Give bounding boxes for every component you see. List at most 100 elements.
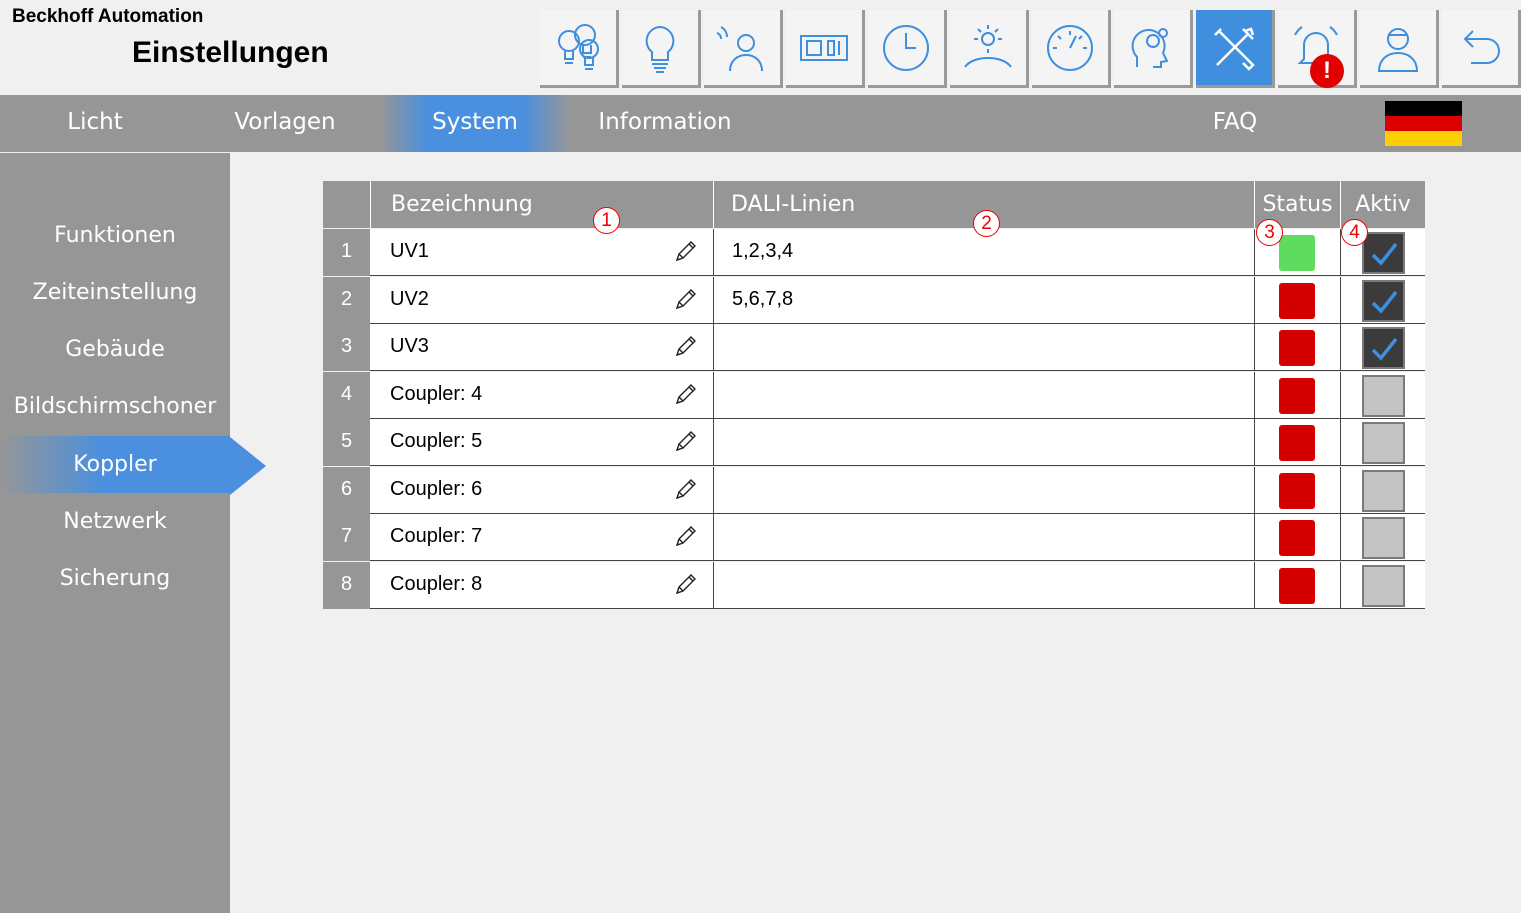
- column-divider: [1340, 276, 1341, 324]
- toolbar-button-switch[interactable]: [786, 10, 865, 88]
- active-checkbox[interactable]: [1362, 564, 1405, 607]
- settings-head-icon: [1131, 27, 1169, 68]
- toolbar-button-settings-head[interactable]: [1114, 10, 1193, 88]
- toolbar-button-presence[interactable]: [704, 10, 783, 88]
- tab-vorlagen[interactable]: Vorlagen: [190, 95, 380, 152]
- dali-lines: 5,6,7,8: [732, 287, 794, 310]
- tools-icon: [1214, 26, 1255, 71]
- edit-pencil-icon[interactable]: [673, 523, 699, 549]
- marker-3: 3: [1256, 219, 1283, 246]
- column-divider: [713, 514, 714, 561]
- coupler-name: Coupler: 4: [390, 382, 483, 405]
- column-divider: [713, 276, 714, 324]
- column-divider: [713, 371, 714, 419]
- column-divider: [1254, 276, 1255, 324]
- active-checkbox[interactable]: [1362, 517, 1405, 559]
- column-divider: [1340, 419, 1341, 466]
- edit-pencil-icon[interactable]: [673, 428, 699, 454]
- edit-pencil-icon[interactable]: [673, 333, 699, 359]
- sidebar: Funktionen Zeiteinstellung Gebäude Bilds…: [0, 153, 230, 913]
- status-indicator: [1279, 330, 1315, 366]
- column-divider: [713, 561, 714, 609]
- toolbar-button-gauge[interactable]: [1032, 10, 1111, 88]
- column-divider: [1254, 229, 1255, 276]
- clock-icon: [883, 24, 929, 71]
- marker-2: 2: [973, 210, 1000, 237]
- coupler-name: UV1: [390, 240, 429, 262]
- language-flag-de[interactable]: [1385, 101, 1462, 146]
- tab-information[interactable]: Information: [570, 95, 760, 152]
- coupler-name: UV2: [390, 287, 429, 310]
- column-divider: [713, 466, 714, 514]
- toolbar-button-alarm[interactable]: !: [1278, 10, 1357, 88]
- column-divider: [1340, 514, 1341, 561]
- row-number: 6: [323, 466, 370, 514]
- column-divider: [1254, 561, 1255, 609]
- toolbar-button-daylight[interactable]: [950, 10, 1029, 88]
- table-row: 7 Coupler: 7: [323, 514, 1425, 561]
- tab-system[interactable]: System: [380, 95, 570, 152]
- tab-licht[interactable]: Licht: [0, 95, 190, 152]
- back-arrow-icon: [1463, 29, 1500, 64]
- checkmark-icon: [1371, 290, 1398, 314]
- table-header: Bezeichnung DALI-Linien Status Aktiv: [323, 181, 1425, 228]
- main-nav: Licht Vorlagen System Information FAQ: [0, 95, 1521, 152]
- flag-stripe-red: [1385, 116, 1462, 131]
- active-checkbox[interactable]: [1362, 327, 1405, 369]
- sidebar-item-funktionen[interactable]: Funktionen: [0, 207, 230, 264]
- row-number: 2: [323, 276, 370, 324]
- edit-pencil-icon[interactable]: [673, 476, 699, 502]
- column-divider: [1340, 324, 1341, 371]
- column-divider: [713, 419, 714, 466]
- edit-pencil-icon[interactable]: [673, 286, 699, 312]
- toolbar-button-back[interactable]: [1442, 10, 1521, 88]
- active-checkbox[interactable]: [1362, 374, 1405, 417]
- checkmark-icon: [1371, 242, 1398, 266]
- sidebar-item-netzwerk[interactable]: Netzwerk: [0, 493, 230, 550]
- column-divider: [1254, 514, 1255, 561]
- toolbar-button-bulb[interactable]: [622, 10, 701, 88]
- toolbar-button-tools[interactable]: [1196, 10, 1275, 88]
- column-divider: [713, 324, 714, 371]
- row-number: 1: [323, 229, 370, 276]
- toolbar-button-lights[interactable]: [540, 10, 619, 88]
- coupler-name: Coupler: 6: [390, 477, 483, 500]
- active-checkbox[interactable]: [1362, 422, 1405, 464]
- checkmark-icon: [1371, 337, 1398, 361]
- coupler-name: Coupler: 5: [390, 430, 483, 452]
- sidebar-item-gebaeude[interactable]: Gebäude: [0, 321, 230, 378]
- edit-pencil-icon[interactable]: [673, 571, 699, 597]
- active-checkbox[interactable]: [1362, 232, 1405, 274]
- status-indicator: [1279, 425, 1315, 461]
- row-number: 5: [323, 419, 370, 466]
- table-row: 2 UV2 5,6,7,8: [323, 276, 1425, 324]
- coupler-name: Coupler: 7: [390, 525, 483, 547]
- flag-stripe-gold: [1385, 131, 1462, 146]
- column-divider: [1254, 371, 1255, 419]
- column-divider: [1254, 419, 1255, 466]
- sidebar-item-koppler[interactable]: Koppler: [0, 436, 230, 493]
- column-divider: [1340, 561, 1341, 609]
- toolbar-button-clock[interactable]: [868, 10, 947, 88]
- flag-stripe-black: [1385, 101, 1462, 116]
- active-checkbox[interactable]: [1362, 469, 1405, 512]
- row-number: 7: [323, 514, 370, 561]
- marker-4: 4: [1341, 219, 1368, 246]
- column-divider: [713, 229, 714, 276]
- sidebar-item-zeiteinstellung[interactable]: Zeiteinstellung: [0, 264, 230, 321]
- edit-pencil-icon[interactable]: [673, 381, 699, 407]
- edit-pencil-icon[interactable]: [673, 238, 699, 264]
- column-divider: [1340, 466, 1341, 514]
- header: Beckhoff Automation Einstellungen !: [0, 0, 1521, 95]
- sidebar-item-sicherung[interactable]: Sicherung: [0, 550, 230, 607]
- status-indicator: [1279, 520, 1315, 556]
- row-number: 8: [323, 561, 370, 609]
- tab-faq[interactable]: FAQ: [1140, 95, 1330, 152]
- page-title: Einstellungen: [132, 36, 329, 69]
- sidebar-item-bildschirmschoner[interactable]: Bildschirmschoner: [0, 378, 230, 435]
- alarm-badge: !: [1310, 54, 1344, 88]
- toolbar-button-user[interactable]: [1360, 10, 1439, 88]
- company-name: Beckhoff Automation: [12, 6, 204, 27]
- column-divider: [1254, 324, 1255, 371]
- active-checkbox[interactable]: [1362, 279, 1405, 322]
